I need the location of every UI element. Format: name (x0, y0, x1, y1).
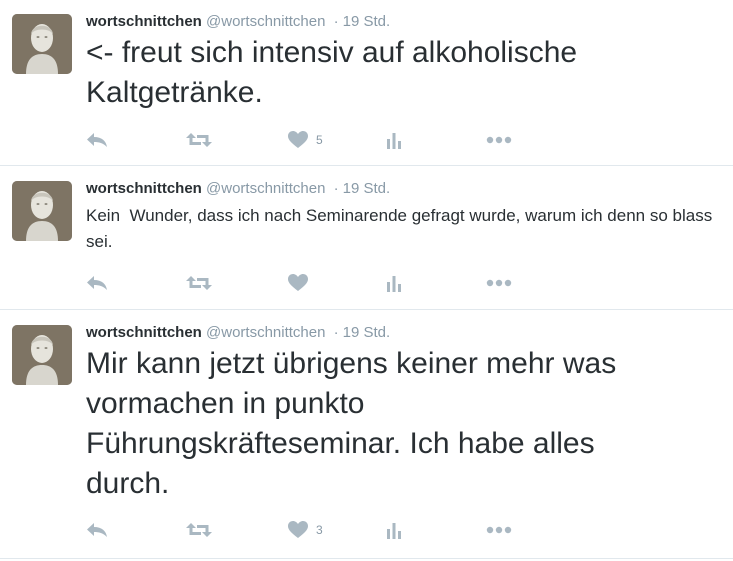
tweet-actions (86, 273, 526, 293)
timeline: wortschnittchen @wortschnittchen · 19 Std… (0, 0, 733, 561)
more-icon (486, 136, 512, 144)
retweet-button[interactable] (186, 520, 212, 540)
retweet-icon (186, 131, 212, 149)
reply-icon (86, 132, 108, 148)
reply-icon (86, 275, 108, 291)
tweet[interactable]: wortschnittchen @wortschnittchen · 19 Std… (0, 0, 733, 166)
analytics-icon (386, 274, 402, 292)
reply-button[interactable] (86, 130, 108, 150)
retweet-button[interactable] (186, 273, 212, 293)
timestamp[interactable]: 19 Std. (343, 13, 391, 30)
more-button[interactable] (486, 273, 512, 293)
timestamp[interactable]: 19 Std. (343, 180, 391, 197)
author-name[interactable]: wortschnittchen (86, 180, 202, 197)
separator: · (333, 13, 339, 30)
like-button[interactable]: 3 (288, 520, 323, 540)
more-icon (486, 279, 512, 287)
timestamp[interactable]: 19 Std. (343, 324, 391, 341)
more-icon (486, 526, 512, 534)
author-name[interactable]: wortschnittchen (86, 324, 202, 341)
analytics-button[interactable] (386, 273, 402, 293)
reply-button[interactable] (86, 273, 108, 293)
like-button[interactable] (288, 273, 316, 293)
author-handle[interactable]: @wortschnittchen (206, 324, 325, 341)
avatar[interactable] (12, 14, 72, 74)
retweet-button[interactable] (186, 130, 212, 150)
analytics-button[interactable] (386, 520, 402, 540)
like-button[interactable]: 5 (288, 130, 323, 150)
heart-icon (288, 131, 308, 149)
reply-button[interactable] (86, 520, 108, 540)
author-name[interactable]: wortschnittchen (86, 13, 202, 30)
like-count: 3 (316, 523, 323, 537)
avatar[interactable] (12, 325, 72, 385)
retweet-icon (186, 274, 212, 292)
author-handle[interactable]: @wortschnittchen (206, 180, 325, 197)
like-count: 5 (316, 133, 323, 147)
heart-icon (288, 521, 308, 539)
separator: · (333, 324, 339, 341)
tweet-text: Mir kann jetzt übrigens keiner mehr was … (86, 347, 617, 500)
tweet[interactable]: wortschnittchen @wortschnittchen · 19 Std… (0, 311, 733, 559)
reply-icon (86, 522, 108, 538)
more-button[interactable] (486, 130, 512, 150)
analytics-button[interactable] (386, 130, 402, 150)
tweet-text: <- freut sich intensiv auf alkoholische … (86, 36, 578, 109)
tweet-actions: 3 (86, 520, 526, 540)
more-button[interactable] (486, 520, 512, 540)
tweet-actions: 5 (86, 130, 526, 150)
analytics-icon (386, 131, 402, 149)
retweet-icon (186, 521, 212, 539)
avatar[interactable] (12, 181, 72, 241)
author-handle[interactable]: @wortschnittchen (206, 13, 325, 30)
analytics-icon (386, 521, 402, 539)
tweet-text: Kein Wunder, dass ich nach Seminarende g… (86, 206, 717, 251)
heart-icon (288, 274, 308, 292)
separator: · (333, 180, 339, 197)
tweet[interactable]: wortschnittchen @wortschnittchen · 19 Std… (0, 167, 733, 310)
